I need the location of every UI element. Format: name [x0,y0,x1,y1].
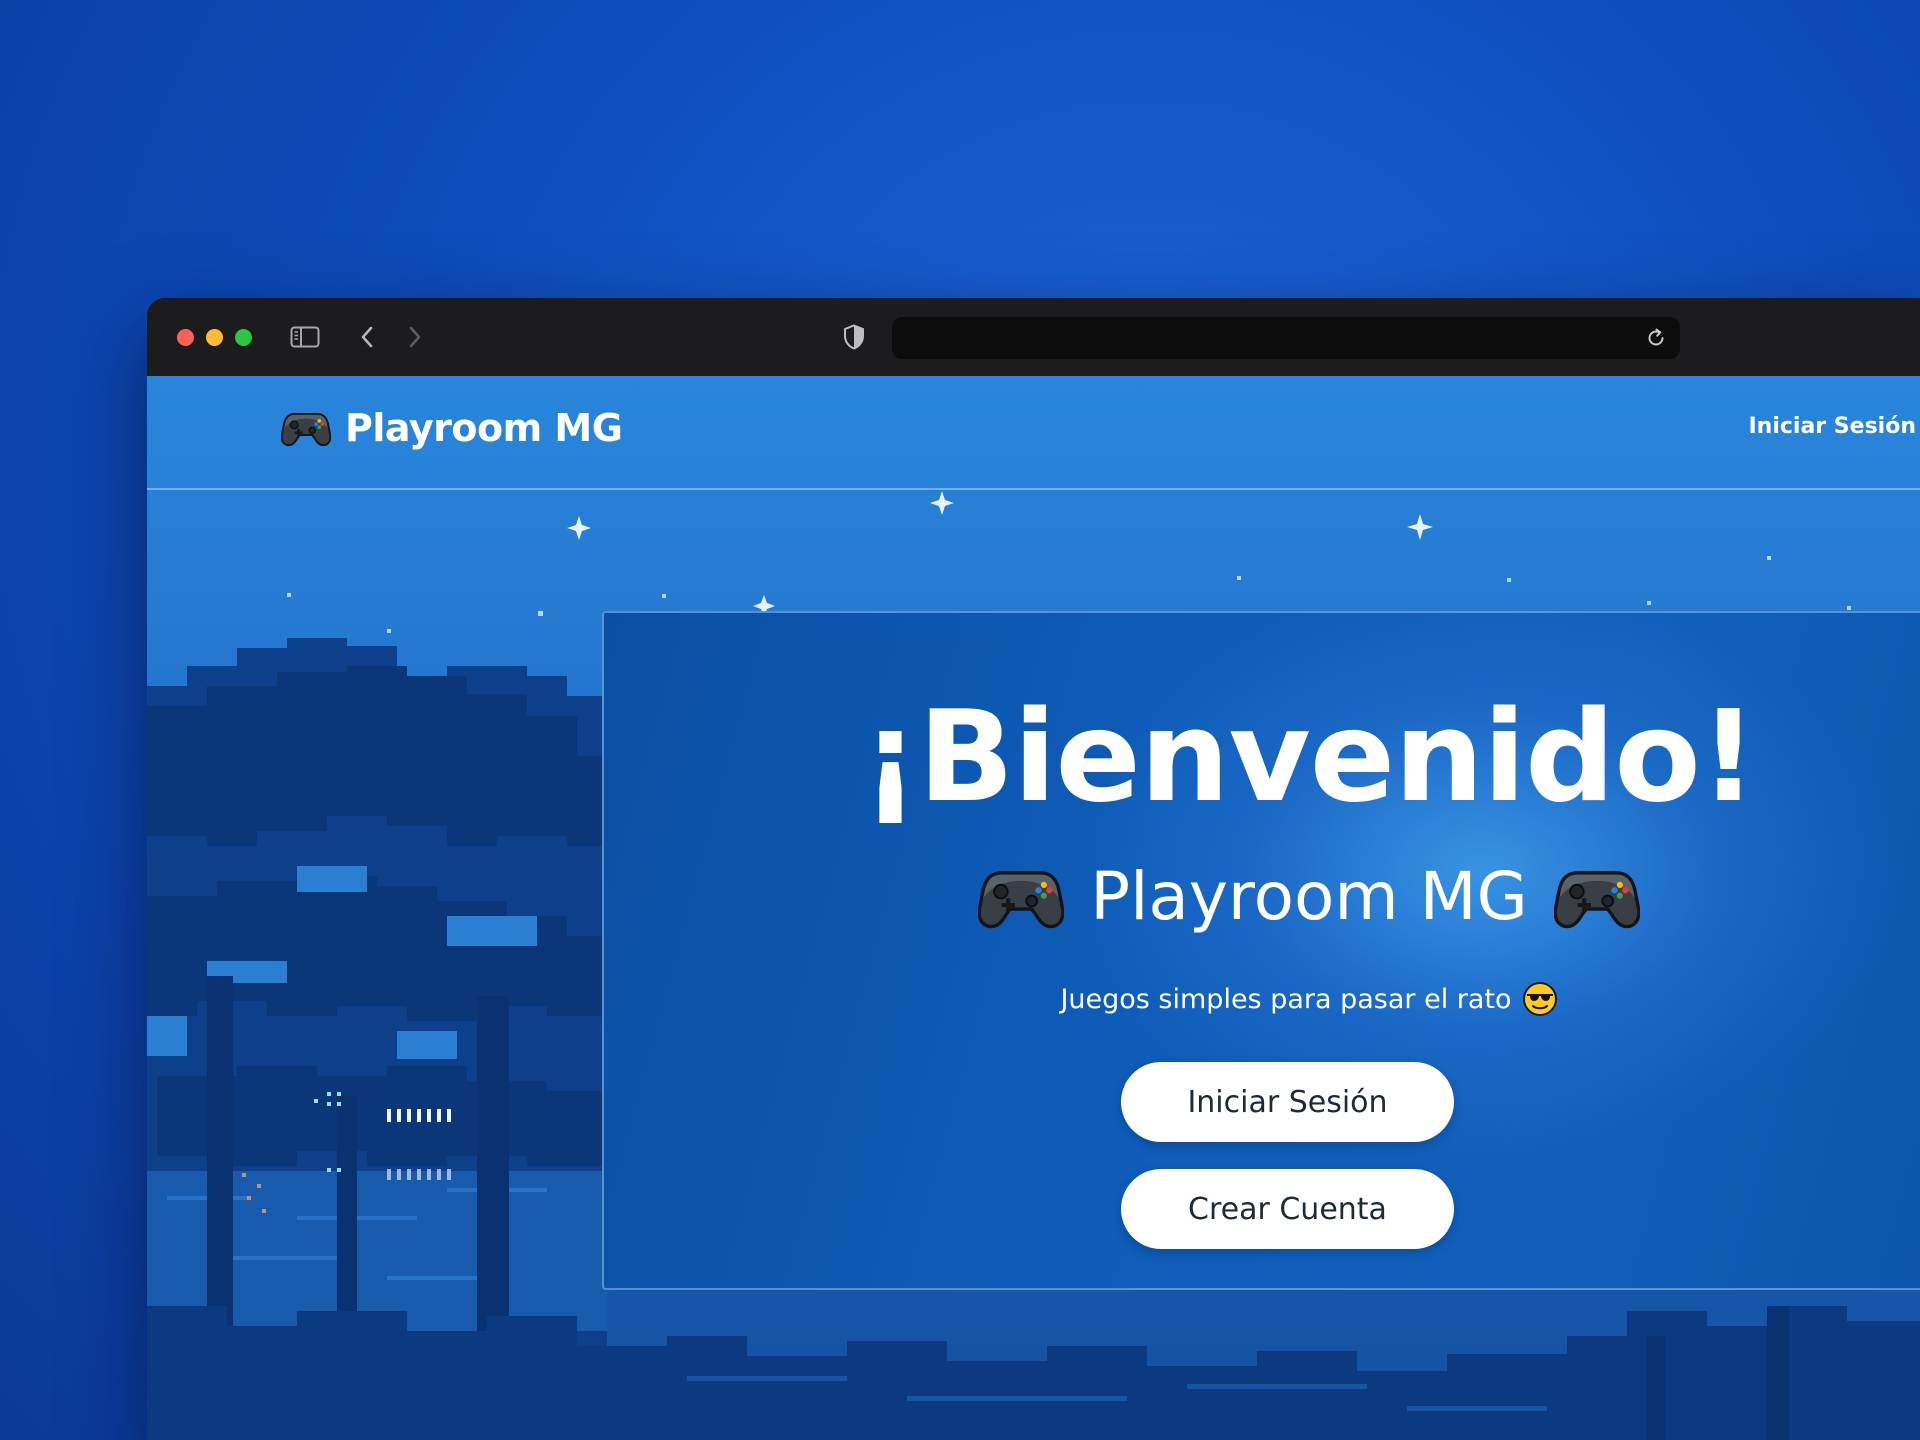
browser-titlebar [147,298,1920,377]
login-button[interactable]: Iniciar Sesión [1121,1062,1454,1142]
brand-title: Playroom MG [345,406,623,450]
page-viewport: Playroom MG Iniciar Sesión ¡Bienvenido! … [147,376,1920,1440]
reload-icon[interactable] [1644,326,1668,350]
welcome-card: ¡Bienvenido! Playroom MG Juegos simples … [602,611,1920,1290]
site-navbar: Playroom MG Iniciar Sesión [147,376,1920,490]
address-bar[interactable] [892,317,1680,359]
minimize-window-button[interactable] [206,329,223,346]
hero-brand: Playroom MG [644,858,1920,935]
welcome-title: ¡Bienvenido! [861,683,1758,830]
chevron-right-icon[interactable] [400,320,430,354]
sidebar-icon[interactable] [288,320,322,354]
tagline-text: Juegos simples para pasar el rato [1060,983,1512,1015]
gamepad-icon [281,409,331,447]
gamepad-icon [978,864,1064,930]
sunglasses-smiley-icon [1522,982,1557,1016]
hero-brand-title: Playroom MG [1090,858,1528,935]
gamepad-icon [1554,864,1640,930]
browser-window: Playroom MG Iniciar Sesión ¡Bienvenido! … [147,298,1920,1440]
brand-logo[interactable]: Playroom MG [281,406,623,450]
maximize-window-button[interactable] [235,329,252,346]
tagline: Juegos simples para pasar el rato [644,981,1920,1017]
chevron-left-icon[interactable] [352,320,382,354]
nav-login-link[interactable]: Iniciar Sesión [1748,414,1916,439]
shield-icon[interactable] [837,320,871,354]
create-account-button[interactable]: Crear Cuenta [1121,1169,1454,1249]
close-window-button[interactable] [177,329,194,346]
